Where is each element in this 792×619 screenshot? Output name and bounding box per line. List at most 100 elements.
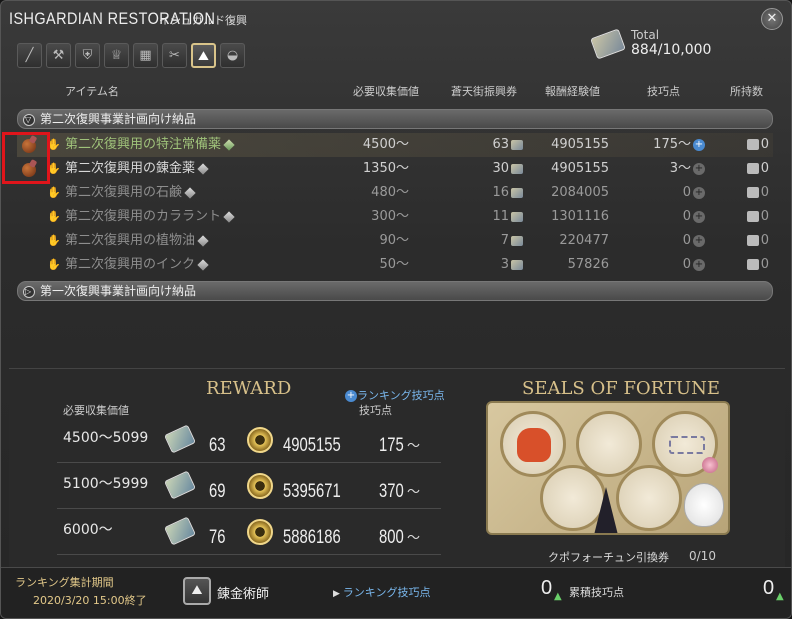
up-arrow-icon: ▲ [554,591,562,602]
header-exp: 報酬経験値 [545,85,600,98]
item-name: 第二次復興用の錬金薬 [65,157,209,181]
item-name: 第二次復興用の植物油 [65,229,209,253]
weaver-tab-icon[interactable]: ✂ [162,43,187,68]
scrip-ticket-icon [590,28,626,59]
item-collect: 300〜 [371,209,409,224]
reward-tilde: 〜 [407,531,421,546]
window-titlebar: ISHGARDIAN RESTORATION イシュガルド復興 [9,9,247,37]
close-icon[interactable]: ✕ [761,8,783,30]
reward-row: 5100〜5999 69 5395671 370 〜 [57,467,441,509]
ranking-link-label: ランキング技巧点 [357,389,445,402]
item-exp: 1301116 [551,209,609,224]
kupo-ticket-label: クポフォーチュン引換券 [548,551,669,564]
item-name: 第二次復興用の石鹸 [65,181,196,205]
ticket-stamp-icon [669,436,705,454]
item-collect: 4500〜 [362,137,409,152]
seals-title: SEALS OF FORTUNE [522,378,720,399]
item-row[interactable]: ✋ 第二次復興用のカララント 300〜 11 1301116 0 + 0 [17,205,773,229]
collectable-icon [184,186,196,199]
plus-icon: + [693,138,705,151]
item-exp: 220477 [559,233,609,248]
carpenter-tab-icon[interactable]: ╱ [17,43,42,68]
reward-range: 4500〜5099 [63,430,149,446]
moogle-stamp-icon [517,428,551,462]
collapse-arrow-icon: ▽ [25,115,32,124]
collectable-icon [197,258,209,271]
item-name: 第二次復興用の特注常備薬 [65,133,235,157]
plus-icon: + [345,390,357,402]
hand-icon: ✋ [47,210,61,223]
collectable-icon [223,210,235,223]
goldsmith-tab-icon[interactable]: ♕ [104,43,129,68]
item-scrip: 63 [492,133,523,157]
alchemist-tab-icon[interactable]: ⛰ [191,43,216,68]
item-exp: 2084005 [551,185,609,200]
inventory-icon [746,139,759,150]
item-skill: 3〜 + [669,161,705,176]
scrip-ticket-icon [511,187,523,198]
item-skill: 0 + [682,209,705,224]
item-scrip: 7 [501,229,523,253]
reward-skill: 800 [379,527,404,548]
item-owned: 0 [746,157,769,181]
item-row[interactable]: ✋ 第二次復興用の錬金薬 1350〜 30 4905155 3〜 +0 [17,157,773,181]
item-exp: 4905155 [551,137,609,152]
group-label: 第一次復興事業計画向け納品 [40,284,197,298]
item-owned: 0 [746,229,769,253]
reward-range: 6000〜 [63,522,113,538]
reward-scrip: 69 [209,481,226,502]
cumulative-skill-label: 累積技巧点 [569,586,624,599]
header-scrip: 蒼天街振興券 [451,85,517,98]
moogle-pom-icon [702,457,718,473]
seals-board[interactable] [486,401,730,535]
scrip-ticket-icon [511,259,523,270]
total-scrip: Total 884/10,000 [590,28,711,59]
ranking-period-end: 2020/3/20 15:00終了 [33,594,147,607]
item-owned: 0 [746,253,769,277]
expand-arrow-icon: ▷ [25,287,32,296]
total-label: Total [631,28,660,42]
collectable-icon [223,138,235,151]
reward-scrip: 76 [209,527,226,548]
item-skill: 0 + [682,233,705,248]
inventory-icon [746,187,759,198]
reward-tilde: 〜 [407,485,421,500]
reward-row: 4500〜5099 63 4905155 175 〜 [57,421,441,463]
ranking-link[interactable]: + ランキング技巧点 [343,387,445,403]
item-row[interactable]: ✋ 第二次復興用の植物油 90〜 7 220477 0 + 0 [17,229,773,253]
scrip-ticket-icon [163,516,197,546]
scrip-ticket-icon [163,470,197,500]
armorer-tab-icon[interactable]: ⛨ [75,43,100,68]
scrip-ticket-icon [511,139,523,150]
culinarian-tab-icon[interactable]: ◒ [220,43,245,68]
group-label: 第二次復興事業計画向け納品 [40,112,197,126]
item-scrip: 30 [492,157,523,181]
item-row[interactable]: ✋ 第二次復興用の石鹸 480〜 16 2084005 0 + 0 [17,181,773,205]
up-arrow-icon: ▲ [776,591,784,602]
plus-icon: + [693,186,705,199]
item-skill: 0 + [682,257,705,272]
ranking-skill-text: ランキング技巧点 [342,586,431,599]
seal-slot-stamped [500,411,566,477]
item-skill: 0 + [682,185,705,200]
item-owned: 0 [746,205,769,229]
blacksmith-tab-icon[interactable]: ⚒ [46,43,71,68]
group-second-expansion[interactable]: ▽ 第二次復興事業計画向け納品 [17,109,773,129]
item-row[interactable]: ✋ 第二次復興用のインク 50〜 3 57826 0 + 0 [17,253,773,277]
scrip-ticket-icon [511,163,523,174]
header-skill: 技巧点 [647,85,680,98]
reward-title: REWARD [206,378,292,399]
reward-skill-header: 技巧点 [359,404,392,417]
group-first-expansion[interactable]: ▷ 第一次復興事業計画向け納品 [17,281,773,301]
ranking-skill-label: ▶ ランキング技巧点 [333,584,430,600]
header-collect: 必要収集価値 [353,85,419,98]
item-collect: 1350〜 [362,161,409,176]
cumulative-skill-value: 0 [763,577,775,599]
reward-skill: 175 [379,435,404,456]
scrip-ticket-icon [511,211,523,222]
item-owned: 0 [746,133,769,157]
plus-icon: + [693,258,705,271]
collectable-icon [197,234,209,247]
item-row[interactable]: ✋ 第二次復興用の特注常備薬 4500〜 63 4905155 175〜 +0 [17,133,773,157]
leatherworker-tab-icon[interactable]: ▦ [133,43,158,68]
